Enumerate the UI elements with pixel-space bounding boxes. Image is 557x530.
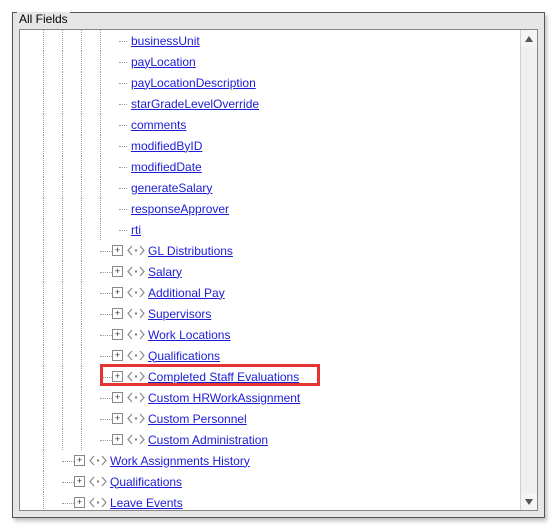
tag-icon: [127, 371, 145, 382]
tag-icon: [127, 413, 145, 424]
field-link[interactable]: businessUnit: [131, 34, 200, 48]
tree-branch: + Custom Administration: [24, 429, 520, 450]
tag-icon: [127, 266, 145, 277]
panel-title: All Fields: [17, 12, 70, 26]
field-link[interactable]: modifiedByID: [131, 139, 202, 153]
tree-branch: + Supervisors: [24, 303, 520, 324]
field-link[interactable]: Custom Personnel: [148, 412, 247, 426]
expand-icon[interactable]: +: [112, 350, 123, 361]
field-link[interactable]: generateSalary: [131, 181, 212, 195]
tree-leaf: comments: [24, 114, 520, 135]
expand-icon[interactable]: +: [112, 329, 123, 340]
tag-icon: [89, 476, 107, 487]
expand-icon[interactable]: +: [74, 455, 85, 466]
field-link[interactable]: Custom HRWorkAssignment: [148, 391, 300, 405]
expand-icon[interactable]: +: [112, 434, 123, 445]
field-link[interactable]: rti: [131, 223, 141, 237]
tag-icon: [127, 329, 145, 340]
field-link[interactable]: payLocation: [131, 55, 196, 69]
field-link[interactable]: payLocationDescription: [131, 76, 256, 90]
tree-branch: + Custom HRWorkAssignment: [24, 387, 520, 408]
scroll-up-button[interactable]: [521, 30, 537, 47]
tree-leaf: payLocation: [24, 51, 520, 72]
tree-leaf: payLocationDescription: [24, 72, 520, 93]
tree-container: businessUnit payLocation payLocationDescri…: [19, 29, 538, 511]
tag-icon: [127, 434, 145, 445]
tree-branch: + Salary: [24, 261, 520, 282]
expand-icon[interactable]: +: [74, 476, 85, 487]
expand-icon[interactable]: +: [112, 245, 123, 256]
expand-icon[interactable]: +: [112, 413, 123, 424]
expand-icon[interactable]: +: [112, 308, 123, 319]
field-link[interactable]: Work Locations: [148, 328, 230, 342]
tree-leaf: starGradeLevelOverride: [24, 93, 520, 114]
tree-branch: + Work Assignments History: [24, 450, 520, 471]
tag-icon: [89, 497, 107, 508]
tag-icon: [127, 350, 145, 361]
tree-leaf: rti: [24, 219, 520, 240]
tag-icon: [127, 392, 145, 403]
field-link[interactable]: Qualifications: [110, 475, 182, 489]
expand-icon[interactable]: +: [112, 392, 123, 403]
field-link[interactable]: Salary: [148, 265, 182, 279]
field-link[interactable]: starGradeLevelOverride: [131, 97, 259, 111]
field-link[interactable]: comments: [131, 118, 186, 132]
tag-icon: [127, 245, 145, 256]
vertical-scrollbar[interactable]: [520, 30, 537, 510]
expand-icon[interactable]: +: [112, 266, 123, 277]
field-link[interactable]: Work Assignments History: [110, 454, 250, 468]
expand-icon[interactable]: +: [74, 497, 85, 508]
field-link[interactable]: Leave Events: [110, 496, 183, 510]
tree-leaf: businessUnit: [24, 30, 520, 51]
tree-branch: + Qualifications: [24, 471, 520, 492]
scroll-down-button[interactable]: [521, 493, 537, 510]
field-link[interactable]: responseApprover: [131, 202, 229, 216]
tree-leaf: modifiedDate: [24, 156, 520, 177]
all-fields-panel: All Fields businessUnit payLocation payLoc…: [12, 12, 545, 518]
field-link[interactable]: GL Distributions: [148, 244, 233, 258]
tree-branch: + Leave Events: [24, 492, 520, 510]
field-link[interactable]: Supervisors: [148, 307, 211, 321]
field-link[interactable]: Additional Pay: [148, 286, 225, 300]
field-link[interactable]: Qualifications: [148, 349, 220, 363]
field-link[interactable]: Custom Administration: [148, 433, 268, 447]
tree-branch: + Work Locations: [24, 324, 520, 345]
tree-branch: + Custom Personnel: [24, 408, 520, 429]
tree-branch: + Qualifications: [24, 345, 520, 366]
tree-leaf: modifiedByID: [24, 135, 520, 156]
field-link[interactable]: Completed Staff Evaluations: [148, 370, 299, 384]
field-tree: businessUnit payLocation payLocationDescri…: [20, 30, 520, 510]
tree-leaf: responseApprover: [24, 198, 520, 219]
tree-leaf: generateSalary: [24, 177, 520, 198]
expand-icon[interactable]: +: [112, 287, 123, 298]
tag-icon: [127, 287, 145, 298]
tag-icon: [89, 455, 107, 466]
tag-icon: [127, 308, 145, 319]
expand-icon[interactable]: +: [112, 371, 123, 382]
tree-branch: + GL Distributions: [24, 240, 520, 261]
tree-branch: + Completed Staff Evaluations: [24, 366, 520, 387]
field-link[interactable]: modifiedDate: [131, 160, 202, 174]
tree-branch: + Additional Pay: [24, 282, 520, 303]
